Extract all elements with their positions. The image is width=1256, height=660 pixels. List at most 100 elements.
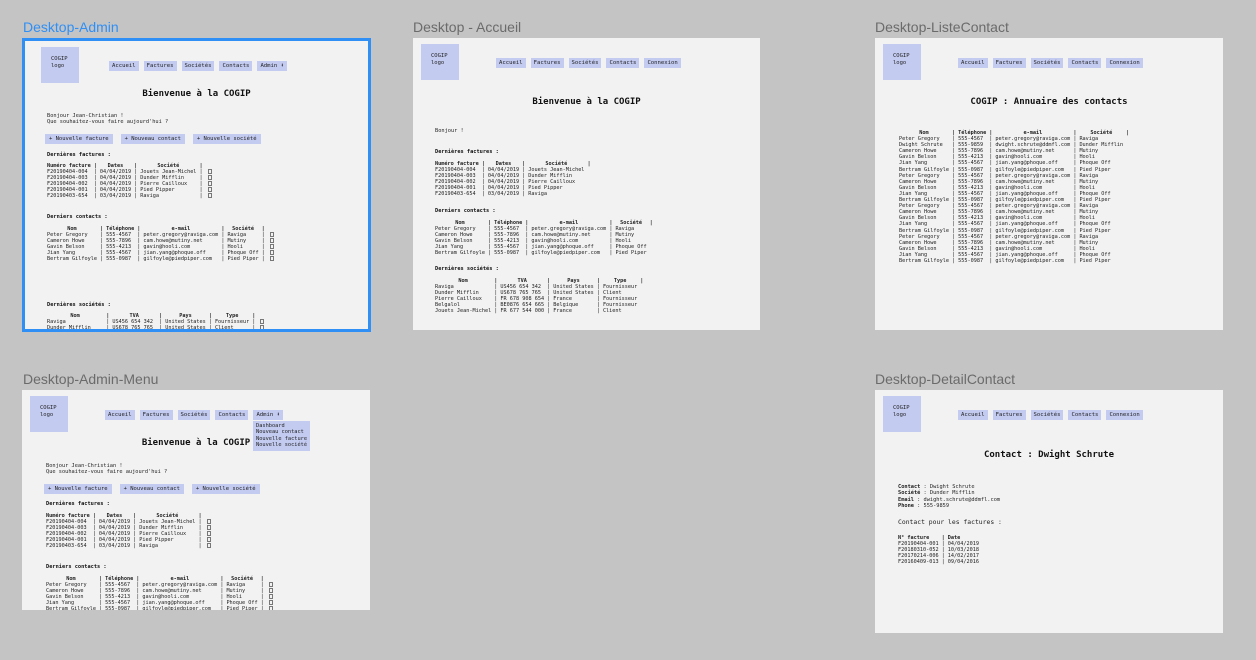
page-title: Bienvenue à la COGIP [142,89,251,99]
nav-item[interactable]: Sociétés [1030,410,1064,420]
top-nav: Accueil Factures Sociétés Contacts Connexion [496,58,681,68]
table-cell: peter.gregory@raviga.com [995,233,1071,240]
field-label: Phone [898,503,914,510]
table-row: Cameron Howe | 555-7896 | cam.howe@mutiny.ne… [897,240,1130,246]
frame-desktop-accueil[interactable]: COGIP logo Accueil Factures Sociétés Contact… [413,38,760,330]
trash-icon[interactable] [207,175,212,181]
cogip-logo[interactable]: COGIP logo [30,396,68,432]
nav-item[interactable]: Contacts [1068,58,1102,68]
trash-icon[interactable] [268,606,273,610]
frame-title-detail[interactable]: Desktop-DetailContact [875,371,1015,387]
nav-item[interactable]: Contacts [606,58,640,68]
trash-icon[interactable] [268,582,273,588]
nav-item[interactable]: Factures [530,58,564,68]
trash-icon[interactable] [206,537,211,543]
cogip-logo[interactable]: COGIP logo [883,396,921,432]
table-cell: France [553,308,572,315]
new-contact-button[interactable]: + Nouveau contact [119,484,184,494]
trash-icon[interactable] [207,169,212,175]
section-contacts-title: Derniers contacts : [46,564,107,570]
table-cell: Client [602,308,622,315]
table-cell: US678 765 765 [112,325,153,332]
trash-icon[interactable] [206,519,211,525]
top-nav: Accueil Factures Sociétés Contacts Connexion [958,58,1143,68]
frame-desktop-admin[interactable]: COGIP logo Accueil Factures Sociétés Contact… [22,38,371,332]
trash-icon[interactable] [260,325,265,329]
new-company-button[interactable]: + Nouvelle société [191,484,260,494]
nav-item[interactable]: Contacts [219,61,253,71]
nav-item[interactable]: Connexion [1106,58,1143,68]
table-cell: 555-0987 [105,606,131,610]
trash-icon[interactable] [260,319,265,325]
nav-item[interactable]: Accueil [496,58,526,68]
frame-desktop-admin-menu[interactable]: COGIP logo Accueil Factures Sociétés Contact… [22,390,370,610]
nav-item[interactable]: Accueil [958,410,988,420]
frame-desktop-listecontact[interactable]: COGIP logo Accueil Factures Sociétés Contact… [875,38,1223,330]
nav-item[interactable]: Factures [992,410,1026,420]
trash-icon[interactable] [206,525,211,531]
nav-item[interactable]: Contacts [1068,410,1102,420]
frame-title-admin[interactable]: Desktop-Admin [23,19,119,35]
nav-item[interactable]: Accueil [958,58,988,68]
page-title: Bienvenue à la COGIP [532,97,641,107]
section-societes-title: Dernières sociétés : [435,266,499,272]
trash-icon[interactable] [268,594,273,600]
frame-desktop-detailcontact[interactable]: COGIP logo Accueil Factures Sociétés Contact… [875,390,1223,633]
frame-title-admin-menu[interactable]: Desktop-Admin-Menu [23,371,158,387]
nav-item[interactable]: Contacts [215,410,249,420]
nav-item[interactable]: Sociétés [181,61,215,71]
table-cell: United States [165,325,206,332]
row-actions [203,543,213,549]
table-cell: 555-0987 [958,257,984,264]
new-invoice-button[interactable]: + Nouvelle facture [45,134,113,144]
trash-icon[interactable] [269,250,274,256]
table-cell: Fournisseur [213,331,251,332]
table-cell: gilfoyle@piedpiper.com [995,166,1065,173]
new-contact-button[interactable]: + Nouveau contact [120,134,185,144]
nav-item[interactable]: Connexion [1106,410,1143,420]
row-actions [265,606,275,610]
nav-item[interactable]: Accueil [105,410,135,420]
new-invoice-button[interactable]: + Nouvelle facture [44,484,112,494]
nav-item[interactable]: Sociétés [568,58,602,68]
page-title: Contact : Dwight Schrute [983,450,1115,460]
nav-item[interactable]: Admin ⬇ [257,61,288,71]
trash-icon[interactable] [269,244,274,250]
cogip-logo[interactable]: COGIP logo [421,44,459,80]
trash-icon[interactable] [206,543,211,549]
trash-icon[interactable] [207,181,212,187]
nav-item[interactable]: Sociétés [177,410,211,420]
frame-title-liste[interactable]: Desktop-ListeContact [875,19,1009,35]
nav-item[interactable]: Factures [139,410,173,420]
trash-icon[interactable] [260,331,264,332]
cogip-logo[interactable]: COGIP logo [41,47,79,83]
table-cell: Pied Piper [1079,257,1111,264]
column-separator: | [208,331,213,332]
trash-icon[interactable] [268,600,273,606]
trash-icon[interactable] [269,232,274,238]
nav-item[interactable]: Accueil [109,61,139,71]
table-row: Cameron Howe | 555-7896 | cam.howe@mutiny.ne… [897,179,1130,185]
trash-icon[interactable] [269,238,274,244]
page-title: COGIP : Annuaire des contacts [970,97,1128,107]
trash-icon[interactable] [207,193,212,199]
table-cell: 555-0987 [106,256,132,263]
nav-item[interactable]: Connexion [644,58,681,68]
table-cell: Bertram Gilfoyle [435,250,485,257]
nav-item[interactable]: Factures [992,58,1026,68]
trash-icon[interactable] [268,588,273,594]
column-separator: | [251,331,256,332]
new-company-button[interactable]: + Nouvelle société [192,134,261,144]
trash-icon[interactable] [269,256,274,262]
nav-item[interactable]: Factures [143,61,177,71]
invoices-table: Numéro facture | Dates | Société | F20190404-0… [45,163,214,200]
nav-item[interactable]: Admin ⬇ [253,410,284,420]
nav-item[interactable]: Sociétés [1030,58,1064,68]
row-actions [266,256,276,262]
frame-title-accueil[interactable]: Desktop - Accueil [413,19,521,35]
greeting: Bonjour Jean-Christian ! Que souhaitez-v… [46,463,168,476]
companies-table: Nom | TVA | Pays | Type | Raviga | US456 654 342 | U… [433,278,644,315]
cogip-logo[interactable]: COGIP logo [883,44,921,80]
trash-icon[interactable] [207,187,212,193]
trash-icon[interactable] [206,531,211,537]
